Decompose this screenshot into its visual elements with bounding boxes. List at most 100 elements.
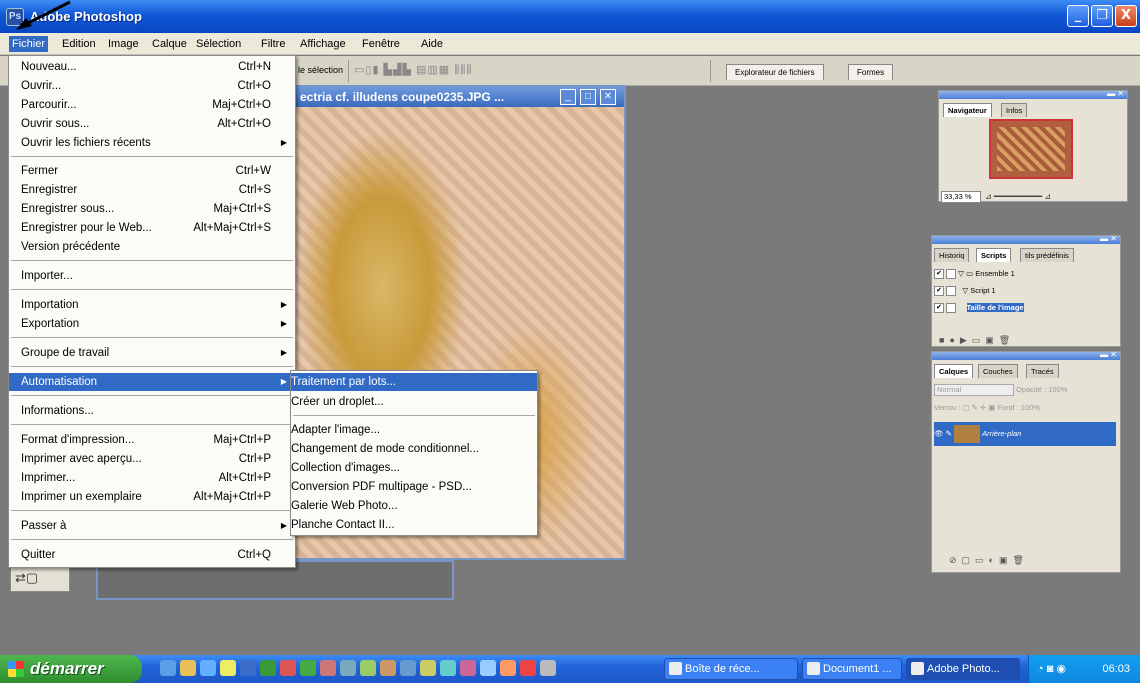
quicklaunch-icon[interactable] xyxy=(220,660,236,676)
screen-mode-icon[interactable]: ⇄▢ xyxy=(15,570,38,586)
menu-selection[interactable]: Sélection xyxy=(193,36,244,52)
menu-item-imprimer-apercu[interactable]: Imprimer avec aperçu... Ctrl+P xyxy=(9,450,295,468)
quicklaunch-icon[interactable] xyxy=(460,660,476,676)
menu-item-informations[interactable]: Informations... xyxy=(9,402,295,420)
quicklaunch-icon[interactable] xyxy=(340,660,356,676)
lock-row[interactable]: Verrou : ▢ ✎ ✛ ▣ Fond : 100% xyxy=(934,400,1118,416)
quicklaunch-icon[interactable] xyxy=(420,660,436,676)
tab-navigateur[interactable]: Navigateur xyxy=(943,103,992,117)
taskbar: démarrer Boîte de réce... Document1 ... … xyxy=(0,655,1140,683)
doc-minimize-button[interactable]: _ xyxy=(560,89,576,105)
powerpoint-icon[interactable] xyxy=(280,660,296,676)
submenu-item-adapter-image[interactable]: Adapter l'image... xyxy=(291,421,537,439)
menu-item-groupe-travail[interactable]: Groupe de travail ▶ xyxy=(9,344,295,362)
ie-icon[interactable] xyxy=(160,660,176,676)
menu-edition[interactable]: Edition xyxy=(59,36,99,52)
menu-item-version-precedente[interactable]: Version précédente xyxy=(9,238,295,256)
align-icons[interactable]: ▭▯▮ ▙▟▙ ▤▥▦ ⫼⫼⫼ xyxy=(354,63,472,77)
menu-filtre[interactable]: Filtre xyxy=(258,36,288,52)
tab-historique[interactable]: Historiq xyxy=(934,248,970,262)
submenu-item-creer-droplet[interactable]: Créer un droplet... xyxy=(291,393,537,411)
menu-item-parcourir[interactable]: Parcourir... Maj+Ctrl+O xyxy=(9,96,295,114)
excel-icon[interactable] xyxy=(260,660,276,676)
menu-item-exportation[interactable]: Exportation ▶ xyxy=(9,315,295,333)
submenu-item-changement-mode[interactable]: Changement de mode conditionnel... xyxy=(291,440,537,458)
tray-icons[interactable]: ◔ ◙ ◉ xyxy=(1037,662,1066,675)
panel-header[interactable]: ▬ ✕ xyxy=(932,350,1120,360)
quicklaunch-icon[interactable] xyxy=(180,660,196,676)
quicklaunch-icon[interactable] xyxy=(380,660,396,676)
panel-header[interactable]: ▬ ✕ xyxy=(939,89,1127,99)
menu-fichier[interactable]: Fichier xyxy=(9,36,49,52)
tab-calques[interactable]: Calques xyxy=(934,364,974,378)
menu-item-enregistrer-web[interactable]: Enregistrer pour le Web... Alt+Maj+Ctrl+S xyxy=(9,219,295,237)
blend-mode-row[interactable]: Normal Opacité : 100% xyxy=(934,382,1118,398)
menu-item-imprimer-exemplaire[interactable]: Imprimer un exemplaire Alt+Maj+Ctrl+P xyxy=(9,488,295,506)
list-item[interactable]: ✔ ▽ Script 1 xyxy=(934,283,1110,299)
start-button[interactable]: démarrer xyxy=(0,655,142,683)
submenu-item-galerie-web[interactable]: Galerie Web Photo... xyxy=(291,497,537,515)
menu-calque[interactable]: Calque xyxy=(149,36,190,52)
quicklaunch-icon[interactable] xyxy=(480,660,496,676)
tab-couches[interactable]: Couches xyxy=(978,364,1018,378)
outlook-icon xyxy=(669,662,682,675)
task-document1[interactable]: Document1 ... xyxy=(802,658,902,680)
task-boite-reception[interactable]: Boîte de réce... xyxy=(664,658,798,680)
list-item[interactable]: ✔ ▽ ▭ Ensemble 1 xyxy=(934,266,1110,282)
zoom-slider[interactable]: ⊿ ━━━━━━━━━━ ⊿ xyxy=(985,192,1125,202)
quicklaunch-icon[interactable] xyxy=(540,660,556,676)
quicklaunch-icon[interactable] xyxy=(200,660,216,676)
layer-controls[interactable]: ⊘ ▢ ▭ ◐ ▣ 🗑 xyxy=(934,552,1116,568)
quicklaunch-icon[interactable] xyxy=(320,660,336,676)
tab-file-browser[interactable]: Explorateur de fichiers xyxy=(726,64,824,80)
quicklaunch-icon[interactable] xyxy=(300,660,316,676)
quicklaunch-icon[interactable] xyxy=(360,660,376,676)
close-button[interactable]: X xyxy=(1115,5,1137,27)
submenu-item-planche-contact[interactable]: Planche Contact II... xyxy=(291,516,537,534)
brush-icon: ✎ xyxy=(945,429,952,438)
menu-item-automatisation[interactable]: Automatisation ▶ xyxy=(9,373,295,391)
word-icon[interactable] xyxy=(240,660,256,676)
menu-item-passer-a[interactable]: Passer à ▶ xyxy=(9,517,295,535)
navigator-thumbnail[interactable] xyxy=(989,119,1073,179)
panel-header[interactable]: ▬ ✕ xyxy=(932,234,1120,244)
quicklaunch-icon[interactable] xyxy=(400,660,416,676)
menu-item-importation[interactable]: Importation ▶ xyxy=(9,296,295,314)
menu-item-ouvrir[interactable]: Ouvrir... Ctrl+O xyxy=(9,77,295,95)
menu-item-fichiers-recents[interactable]: Ouvrir les fichiers récents ▶ xyxy=(9,134,295,152)
menu-image[interactable]: Image xyxy=(105,36,142,52)
quicklaunch-icon[interactable] xyxy=(500,660,516,676)
submenu-item-traitement-lots[interactable]: Traitement par lots... xyxy=(291,373,537,391)
zoom-field[interactable]: 33,33 % xyxy=(941,191,981,203)
menu-item-ouvrir-sous[interactable]: Ouvrir sous... Alt+Ctrl+O xyxy=(9,115,295,133)
tab-outils-predefinis[interactable]: tils prédéfinis xyxy=(1020,248,1074,262)
doc-maximize-button[interactable]: □ xyxy=(580,89,596,105)
quicklaunch-icon[interactable] xyxy=(440,660,456,676)
menu-item-quitter[interactable]: Quitter Ctrl+Q xyxy=(9,546,295,564)
list-item[interactable]: ✔ Taille de l'image xyxy=(934,300,1110,316)
menu-item-enregistrer[interactable]: Enregistrer Ctrl+S xyxy=(9,181,295,199)
submenu-item-conversion-pdf[interactable]: Conversion PDF multipage - PSD... xyxy=(291,478,537,496)
tab-infos[interactable]: Infos xyxy=(1001,103,1028,117)
menu-item-imprimer[interactable]: Imprimer... Alt+Ctrl+P xyxy=(9,469,295,487)
menu-fenetre[interactable]: Fenêtre xyxy=(359,36,403,52)
menu-item-nouveau[interactable]: Nouveau... Ctrl+N xyxy=(9,58,295,76)
layer-row[interactable]: 👁 ✎ Arrière-plan xyxy=(934,422,1116,446)
menu-aide[interactable]: Aide xyxy=(418,36,446,52)
tab-shapes[interactable]: Formes xyxy=(848,64,894,80)
tab-traces[interactable]: Tracés xyxy=(1026,364,1059,378)
check-icon: ✔ xyxy=(934,269,944,280)
tab-scripts[interactable]: Scripts xyxy=(976,248,1012,262)
restore-button[interactable]: ❐ xyxy=(1091,5,1113,27)
menu-item-format-impression[interactable]: Format d'impression... Maj+Ctrl+P xyxy=(9,431,295,449)
doc-close-button[interactable]: ✕ xyxy=(600,89,616,105)
submenu-item-collection-images[interactable]: Collection d'images... xyxy=(291,459,537,477)
menu-item-importer[interactable]: Importer... xyxy=(9,267,295,285)
script-controls[interactable]: ■ ● ▶ ▭ ▣ 🗑 xyxy=(934,332,1114,348)
menu-item-enregistrer-sous[interactable]: Enregistrer sous... Maj+Ctrl+S xyxy=(9,200,295,218)
minimize-button[interactable]: _ xyxy=(1067,5,1089,27)
menu-item-fermer[interactable]: Fermer Ctrl+W xyxy=(9,162,295,180)
task-adobe-photoshop[interactable]: Adobe Photo... xyxy=(906,658,1020,680)
menu-affichage[interactable]: Affichage xyxy=(297,36,349,52)
quicklaunch-icon[interactable] xyxy=(520,660,536,676)
